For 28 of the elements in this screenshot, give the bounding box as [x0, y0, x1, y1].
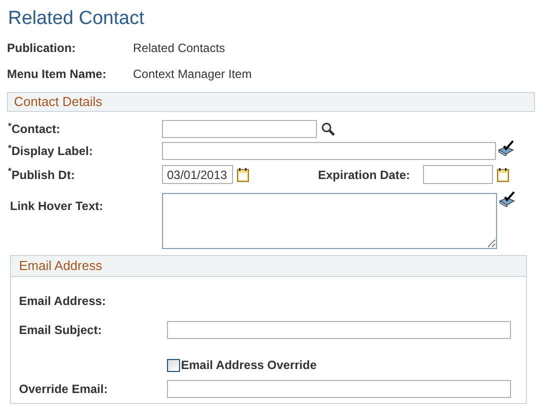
field-label: $^{*}$Display Label: — [7, 142, 94, 160]
spell-check-icon[interactable] — [499, 191, 516, 207]
field-value: Context Manager Item — [133, 66, 252, 83]
contact-field[interactable] — [162, 120, 317, 138]
field-label: Publication: — [7, 40, 77, 57]
calendar-icon[interactable] — [237, 168, 249, 182]
field-label: $^{*}$Contact: — [7, 120, 62, 138]
field-label: $^{*}$Publish Dt: — [7, 166, 76, 184]
field-label: Override Email: — [18, 381, 109, 398]
section-header: Contact Details — [7, 92, 535, 112]
field-label: Email Subject: — [18, 322, 103, 339]
calendar-icon[interactable] — [497, 168, 509, 182]
field-label: Email Address: — [18, 294, 106, 308]
checkbox[interactable] — [167, 358, 180, 372]
field-label: Menu Item Name: — [7, 66, 108, 83]
page-title: Related Contact — [7, 7, 146, 31]
field-label: Expiration Date: — [318, 166, 412, 184]
search-icon[interactable] — [321, 122, 335, 136]
subject-field[interactable] — [167, 321, 511, 339]
date-field[interactable] — [423, 165, 493, 184]
field-value: Related Contacts — [133, 40, 226, 57]
section-header: Email Address — [11, 256, 526, 277]
field-label: Link Hover Text: — [9, 198, 104, 215]
display-label-field[interactable] — [162, 142, 496, 160]
override-email-field[interactable] — [167, 380, 511, 398]
date-field[interactable]: 03/01/2013 — [162, 165, 233, 184]
checkbox-label: Email Address Override — [181, 357, 317, 374]
spell-check-icon[interactable] — [498, 140, 515, 156]
